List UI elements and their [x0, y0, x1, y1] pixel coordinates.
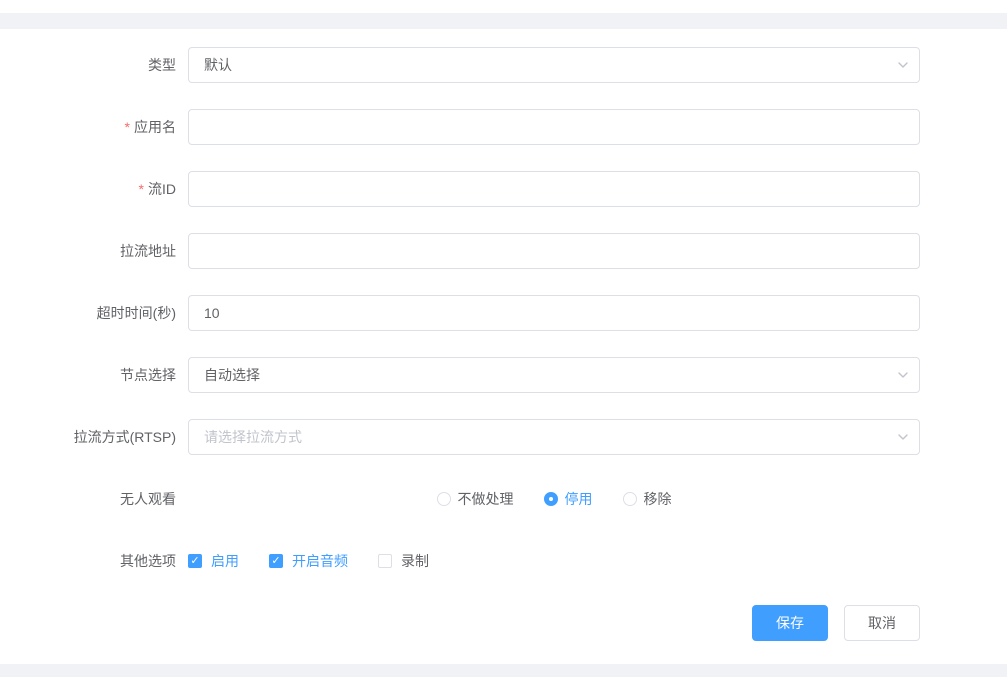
radio-no-action[interactable]: 不做处理 — [437, 489, 514, 509]
radio-remove[interactable]: 移除 — [623, 489, 672, 509]
radio-icon — [623, 492, 637, 506]
checkbox-record[interactable]: ✓ 录制 — [378, 551, 429, 571]
no-viewer-radio-group: 不做处理 停用 移除 — [188, 481, 920, 517]
stream-form-card: 类型 默认 *应用名 *流ID 拉流地址 超时时间(秒) — [0, 29, 1007, 664]
type-select[interactable]: 默认 — [188, 47, 920, 83]
chevron-down-icon — [896, 430, 910, 444]
form-row-stream-id: *流ID — [0, 171, 1007, 207]
app-name-label: *应用名 — [0, 109, 176, 145]
form-row-pull-url: 拉流地址 — [0, 233, 1007, 269]
form-row-other-options: 其他选项 ✓ 启用 ✓ 开启音频 ✓ 录制 — [0, 543, 1007, 579]
checkbox-audio[interactable]: ✓ 开启音频 — [269, 551, 348, 571]
cancel-button[interactable]: 取消 — [844, 605, 920, 641]
stream-id-input[interactable] — [188, 171, 920, 207]
radio-disable[interactable]: 停用 — [544, 489, 593, 509]
rtsp-mode-placeholder: 请选择拉流方式 — [204, 427, 302, 447]
page-background-gap — [0, 13, 1007, 29]
checkbox-checked-icon: ✓ — [269, 554, 283, 568]
form-row-no-viewer: 无人观看 不做处理 停用 移除 — [0, 481, 1007, 517]
header-strip — [0, 0, 1007, 13]
form-row-type: 类型 默认 — [0, 47, 1007, 83]
app-name-input[interactable] — [188, 109, 920, 145]
page-background-gap-bottom — [0, 664, 1007, 677]
radio-icon — [437, 492, 451, 506]
required-asterisk: * — [139, 181, 144, 197]
pull-url-label: 拉流地址 — [0, 233, 176, 269]
save-button[interactable]: 保存 — [752, 605, 828, 641]
node-select-value: 自动选择 — [204, 365, 260, 385]
rtsp-mode-select[interactable]: 请选择拉流方式 — [188, 419, 920, 455]
checkbox-checked-icon: ✓ — [188, 554, 202, 568]
timeout-input[interactable] — [188, 295, 920, 331]
radio-checked-icon — [544, 492, 558, 506]
chevron-down-icon — [896, 58, 910, 72]
form-row-node: 节点选择 自动选择 — [0, 357, 1007, 393]
pull-url-input[interactable] — [188, 233, 920, 269]
chevron-down-icon — [896, 368, 910, 382]
form-row-timeout: 超时时间(秒) — [0, 295, 1007, 331]
form-row-app-name: *应用名 — [0, 109, 1007, 145]
other-options-label: 其他选项 — [0, 543, 176, 579]
type-label: 类型 — [0, 47, 176, 83]
stream-id-label: *流ID — [0, 171, 176, 207]
node-label: 节点选择 — [0, 357, 176, 393]
form-row-actions: 保存 取消 — [0, 605, 1007, 641]
node-select[interactable]: 自动选择 — [188, 357, 920, 393]
checkbox-enable[interactable]: ✓ 启用 — [188, 551, 239, 571]
form-row-rtsp-mode: 拉流方式(RTSP) 请选择拉流方式 — [0, 419, 1007, 455]
checkbox-icon: ✓ — [378, 554, 392, 568]
other-options-checkbox-group: ✓ 启用 ✓ 开启音频 ✓ 录制 — [188, 543, 920, 579]
required-asterisk: * — [125, 119, 130, 135]
timeout-label: 超时时间(秒) — [0, 295, 176, 331]
type-select-value: 默认 — [204, 55, 232, 75]
rtsp-mode-label: 拉流方式(RTSP) — [0, 419, 176, 455]
no-viewer-label: 无人观看 — [0, 481, 176, 517]
